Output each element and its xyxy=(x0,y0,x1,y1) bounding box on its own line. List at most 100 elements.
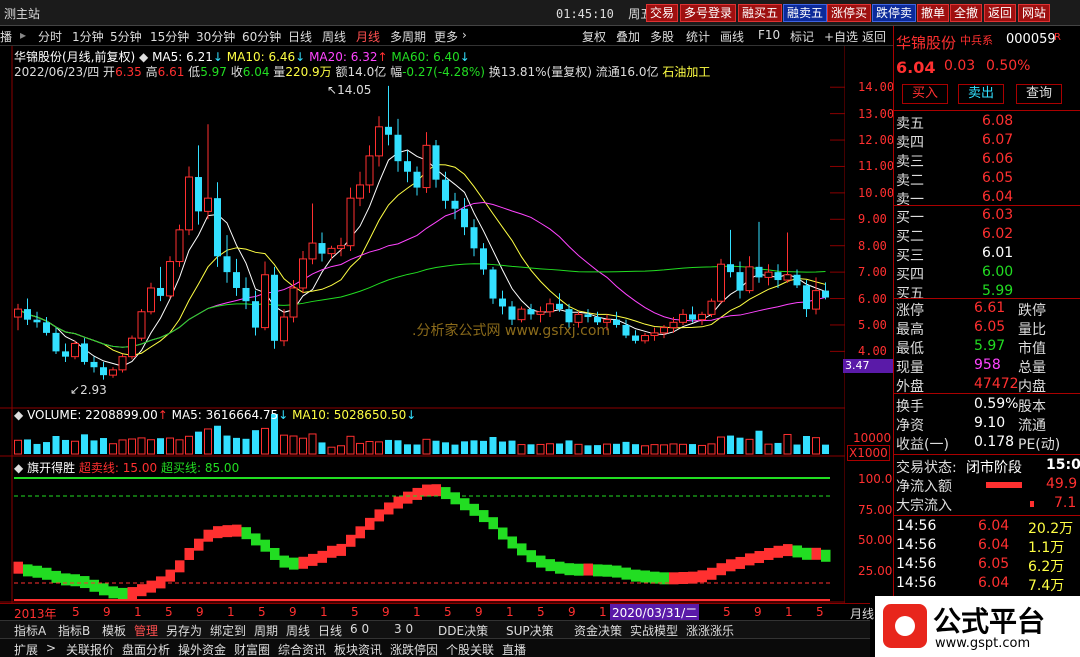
bottom-nav-item[interactable]: 关联报价 xyxy=(66,641,114,657)
period-multi[interactable]: 多周期 xyxy=(390,28,426,45)
ask-row[interactable]: 卖三 6.06 xyxy=(894,151,1080,170)
period-weekly[interactable]: 周线 xyxy=(322,28,346,45)
indicator-tab[interactable]: 6 0 xyxy=(350,622,369,636)
candle-body xyxy=(71,342,79,358)
website-button[interactable]: 网站 xyxy=(1018,4,1051,22)
indicator-bar xyxy=(156,576,166,589)
bottom-nav-item[interactable]: 直播 xyxy=(502,641,526,657)
indicator-tab[interactable]: 指标B xyxy=(58,622,90,639)
indicator-tab[interactable]: 绑定到 xyxy=(210,622,246,639)
indicator-tab[interactable]: 3 0 xyxy=(394,622,413,636)
indicator-toggle-icon[interactable]: ◆ xyxy=(14,461,23,475)
period-intraday[interactable]: 分时 xyxy=(38,28,62,45)
bottom-nav-item[interactable]: 盘面分析 xyxy=(122,641,170,657)
period-daily[interactable]: 日线 xyxy=(288,28,312,45)
tool-add-watchlist[interactable]: +自选 xyxy=(824,28,858,45)
bottom-nav-item[interactable]: 个股关联 xyxy=(446,641,494,657)
bid-label: 买二 xyxy=(896,229,924,245)
volume-bar xyxy=(736,437,744,454)
bottom-nav-item[interactable]: 涨跌停因 xyxy=(390,641,438,657)
period-more[interactable]: 更多 xyxy=(434,28,458,45)
indicator-bar xyxy=(735,556,745,569)
bid-row[interactable]: 买四 6.00 xyxy=(894,264,1080,283)
tool-mark[interactable]: 标记 xyxy=(790,28,814,45)
menu-cut-item[interactable]: 播 xyxy=(0,28,12,45)
indicator-tab[interactable]: 日线 xyxy=(318,622,342,639)
indicator-tab[interactable]: 周期 xyxy=(254,622,278,639)
indicator-tab[interactable]: 模板 xyxy=(102,622,126,639)
chevron-right-icon[interactable]: › xyxy=(462,28,467,42)
bid-row[interactable]: 买三 6.01 xyxy=(894,245,1080,264)
indicator-tab[interactable]: 资金决策 xyxy=(574,622,622,639)
limit-up-buy-button[interactable]: 涨停买 xyxy=(827,4,872,22)
period-30min[interactable]: 30分钟 xyxy=(196,28,235,45)
cancel-order-button[interactable]: 撤单 xyxy=(917,4,950,22)
tool-f10[interactable]: F10 xyxy=(758,28,780,42)
period-5min[interactable]: 5分钟 xyxy=(110,28,142,45)
cancel-all-button[interactable]: 全撤 xyxy=(950,4,983,22)
ask-row[interactable]: 卖二 6.05 xyxy=(894,170,1080,189)
back-button[interactable]: 返回 xyxy=(984,4,1017,22)
margin-buy-button[interactable]: 融买五 xyxy=(738,4,783,22)
candle-body xyxy=(147,287,155,313)
trade-button[interactable]: 交易 xyxy=(646,4,679,22)
margin-sell-button[interactable]: 融卖五 xyxy=(783,4,828,22)
ask-row[interactable]: 卖四 6.07 xyxy=(894,132,1080,151)
tool-back[interactable]: 返回 xyxy=(862,28,886,45)
candle-body xyxy=(385,126,392,135)
volume-bar xyxy=(175,439,184,455)
period-1min[interactable]: 1分钟 xyxy=(72,28,104,45)
volume-toggle-icon[interactable]: ◆ xyxy=(14,408,23,422)
bid-row[interactable]: 买二 6.02 xyxy=(894,226,1080,245)
time-axis-mark: 1 xyxy=(134,605,142,619)
limit-down-sell-button[interactable]: 跌停卖 xyxy=(872,4,917,22)
bottom-nav-item[interactable]: > xyxy=(46,641,56,655)
indicator-tab[interactable]: 管理 xyxy=(134,622,158,639)
indicator-tab[interactable]: DDE决策 xyxy=(438,622,488,639)
indicator-tab[interactable]: 实战模型 xyxy=(630,622,678,639)
candle-body xyxy=(252,301,259,328)
bottom-nav-item[interactable]: 操外资金 xyxy=(178,641,226,657)
tool-adjust[interactable]: 复权 xyxy=(582,28,606,45)
bottom-nav-item[interactable]: 综合资讯 xyxy=(278,641,326,657)
main-chart[interactable] xyxy=(0,46,845,646)
bottom-nav-item[interactable]: 板块资讯 xyxy=(334,641,382,657)
period-15min[interactable]: 15分钟 xyxy=(150,28,189,45)
price-change: 0.03 xyxy=(944,58,976,74)
bid-price: 6.00 xyxy=(982,264,1014,280)
indicator-tab[interactable]: 周线 xyxy=(286,622,310,639)
indicator-tab[interactable]: 指标A xyxy=(14,622,46,639)
indicator-bar xyxy=(469,503,479,516)
ask-row[interactable]: 卖五 6.08 xyxy=(894,113,1080,132)
indicator-bar xyxy=(526,550,536,563)
volume-bar xyxy=(565,440,573,454)
ask-label: 卖三 xyxy=(896,154,924,170)
candle-body xyxy=(271,274,278,341)
period-monthly[interactable]: 月线 xyxy=(356,28,380,45)
tool-multi-stock[interactable]: 多股 xyxy=(650,28,674,45)
indicator-tab[interactable]: 另存为 xyxy=(166,622,202,639)
volume-bar xyxy=(166,437,174,455)
tool-overlay[interactable]: 叠加 xyxy=(616,28,640,45)
period-60min[interactable]: 60分钟 xyxy=(242,28,281,45)
bottom-nav-item[interactable]: 财富圈 xyxy=(234,641,270,657)
volume-bar xyxy=(755,430,763,454)
indicator-tab[interactable]: 涨涨涨乐 xyxy=(686,622,734,639)
indicator-bar xyxy=(336,543,346,556)
stat-label: 最高 xyxy=(896,322,924,338)
ma-toggle-icon[interactable]: ◆ xyxy=(139,50,148,64)
tool-draw[interactable]: 画线 xyxy=(720,28,744,45)
sell-button[interactable]: 卖出 xyxy=(958,84,1004,104)
multi-login-button[interactable]: 多号登录 xyxy=(680,4,737,22)
buy-button[interactable]: 买入 xyxy=(902,84,948,104)
candle-body xyxy=(204,197,212,212)
ma20-value: MA20: 6.32 xyxy=(309,50,378,64)
bottom-nav-item[interactable]: 扩展 xyxy=(14,641,38,657)
query-button[interactable]: 查询 xyxy=(1016,84,1062,104)
tool-stats[interactable]: 统计 xyxy=(686,28,710,45)
indicator-tab[interactable]: SUP决策 xyxy=(506,622,554,639)
bid-row[interactable]: 买一 6.03 xyxy=(894,207,1080,226)
time-axis: 2013年 5915915915915915915915915 2020/03/… xyxy=(0,603,874,621)
indicator-bar xyxy=(783,544,793,557)
time-axis-mark: 1 xyxy=(785,605,793,619)
